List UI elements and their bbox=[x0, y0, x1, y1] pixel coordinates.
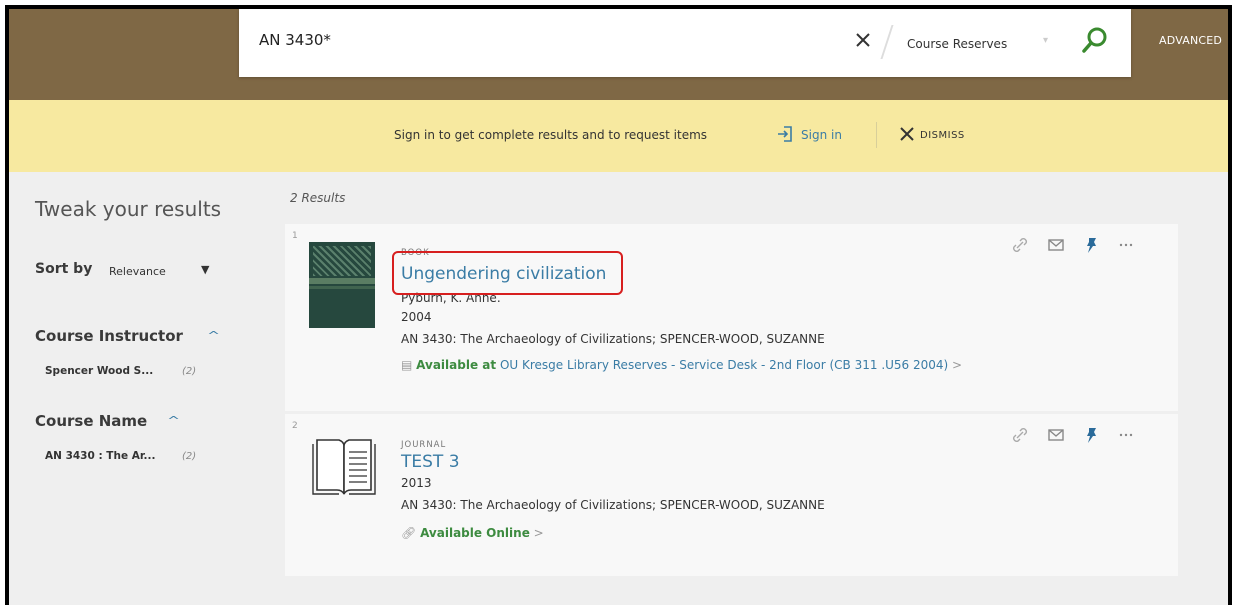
chevron-up-icon[interactable]: ^ bbox=[207, 329, 220, 342]
banner-divider bbox=[876, 122, 877, 148]
result-index: 1 bbox=[292, 231, 298, 241]
result-course: AN 3430: The Archaeology of Civilization… bbox=[401, 498, 825, 512]
result-index: 2 bbox=[292, 421, 298, 431]
result-actions bbox=[1009, 234, 1169, 258]
facet-item-course[interactable]: AN 3430 : The Ar... bbox=[45, 450, 156, 462]
close-icon[interactable] bbox=[849, 23, 877, 57]
location-icon: ▤ bbox=[401, 358, 417, 372]
chevron-up-icon[interactable]: ^ bbox=[167, 414, 180, 427]
pin-icon[interactable] bbox=[1081, 234, 1103, 256]
search-box[interactable]: AN 3430* Course Reserves ▾ bbox=[239, 9, 1131, 77]
chevron-right-icon[interactable]: > bbox=[534, 526, 544, 540]
book-cover[interactable] bbox=[309, 242, 375, 328]
sort-label: Sort by bbox=[35, 261, 93, 277]
result-actions bbox=[1009, 424, 1169, 448]
email-icon[interactable] bbox=[1045, 234, 1067, 256]
availability-status: Available at bbox=[416, 358, 497, 372]
banner-message: Sign in to get complete results and to r… bbox=[394, 128, 708, 142]
link-icon[interactable] bbox=[1009, 424, 1031, 446]
link-icon: 🔗︎ bbox=[401, 526, 421, 540]
sign-in-banner: Sign in to get complete results and to r… bbox=[9, 100, 1228, 172]
availability-status[interactable]: Available Online bbox=[420, 526, 530, 540]
top-bar: AN 3430* Course Reserves ▾ ADVANCED bbox=[9, 9, 1228, 100]
search-icon[interactable] bbox=[1079, 23, 1111, 59]
email-icon[interactable] bbox=[1045, 424, 1067, 446]
journal-icon[interactable] bbox=[309, 428, 379, 498]
sort-caret-icon[interactable]: ▼ bbox=[201, 263, 209, 276]
pin-icon[interactable] bbox=[1081, 424, 1103, 446]
facet-count: (2) bbox=[182, 366, 197, 377]
availability-location[interactable]: OU Kresge Library Reserves - Service Des… bbox=[500, 358, 948, 372]
availability-line[interactable]: ▤ Available at OU Kresge Library Reserve… bbox=[401, 358, 962, 372]
title-highlight-annotation bbox=[392, 251, 623, 295]
search-scope-select[interactable]: Course Reserves bbox=[907, 37, 1007, 51]
dismiss-icon[interactable] bbox=[897, 120, 917, 148]
sidebar-title: Tweak your results bbox=[35, 197, 222, 221]
sign-in-icon[interactable] bbox=[775, 124, 795, 144]
link-icon[interactable] bbox=[1009, 234, 1031, 256]
search-divider bbox=[880, 25, 894, 59]
more-icon[interactable] bbox=[1115, 234, 1137, 256]
resource-type: JOURNAL bbox=[401, 440, 447, 450]
facet-heading-instructor[interactable]: Course Instructor bbox=[35, 327, 183, 345]
facet-count: (2) bbox=[182, 451, 197, 462]
availability-line[interactable]: 🔗︎ Available Online > bbox=[401, 526, 544, 540]
result-course: AN 3430: The Archaeology of Civilization… bbox=[401, 332, 825, 346]
chevron-down-icon[interactable]: ▾ bbox=[1043, 35, 1048, 46]
sort-select[interactable]: Relevance bbox=[109, 265, 166, 278]
result-card[interactable]: 2 JOURNAL TEST 3 2013 AN 3430: The Archa… bbox=[285, 414, 1178, 576]
result-title-link[interactable]: TEST 3 bbox=[401, 452, 460, 472]
result-count: 2 Results bbox=[290, 191, 346, 205]
advanced-search-link[interactable]: ADVANCED bbox=[1159, 34, 1222, 47]
app-frame: AN 3430* Course Reserves ▾ ADVANCED Sign… bbox=[5, 5, 1232, 605]
dismiss-button[interactable]: DISMISS bbox=[920, 130, 965, 141]
sign-in-link[interactable]: Sign in bbox=[801, 128, 842, 142]
facet-heading-course[interactable]: Course Name bbox=[35, 412, 147, 430]
facet-item-instructor[interactable]: Spencer Wood S... bbox=[45, 365, 153, 377]
more-icon[interactable] bbox=[1115, 424, 1137, 446]
result-year: 2004 bbox=[401, 310, 432, 324]
chevron-right-icon[interactable]: > bbox=[952, 358, 962, 372]
search-input[interactable]: AN 3430* bbox=[259, 31, 331, 49]
result-year: 2013 bbox=[401, 476, 432, 490]
